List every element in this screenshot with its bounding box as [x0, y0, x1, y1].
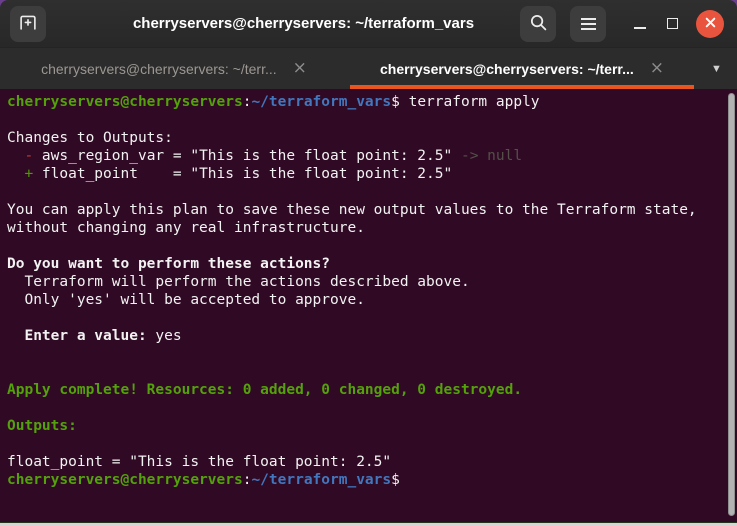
terminal-line: cherryservers@cherryservers:~/terraform_… — [7, 471, 723, 489]
close-button[interactable] — [696, 10, 724, 38]
titlebar: cherryservers@cherryservers: ~/terraform… — [0, 0, 737, 47]
terminal-line — [7, 399, 723, 417]
tab-1-label: cherryservers@cherryservers: ~/terr... — [41, 61, 277, 77]
menu-button[interactable] — [570, 6, 606, 42]
tab-list-button[interactable]: ▼ — [696, 48, 737, 89]
new-tab-button[interactable] — [10, 6, 46, 42]
terminal-line: Only 'yes' will be accepted to approve. — [7, 291, 723, 309]
maximize-icon — [667, 18, 678, 29]
terminal-line: without changing any real infrastructure… — [7, 219, 723, 237]
terminal-line: Changes to Outputs: — [7, 129, 723, 147]
terminal-line: Do you want to perform these actions? — [7, 255, 723, 273]
terminal-line: You can apply this plan to save these ne… — [7, 201, 723, 219]
terminal-line: Outputs: — [7, 417, 723, 435]
new-tab-icon — [18, 12, 38, 35]
terminal-line: float_point = "This is the float point: … — [7, 453, 723, 471]
tab-1-close-icon[interactable]: × — [293, 60, 307, 77]
tab-2-label: cherryservers@cherryservers: ~/terr... — [380, 61, 634, 77]
window-title: cherryservers@cherryservers: ~/terraform… — [90, 15, 517, 32]
minimize-button[interactable] — [630, 12, 650, 36]
menu-icon — [581, 18, 596, 30]
tab-2-close-icon[interactable]: × — [650, 60, 664, 77]
terminal-line — [7, 363, 723, 381]
terminal-line: cherryservers@cherryservers:~/terraform_… — [7, 93, 723, 111]
terminal-line: Terraform will perform the actions descr… — [7, 273, 723, 291]
terminal-line — [7, 345, 723, 363]
close-icon — [704, 16, 717, 32]
terminal-line — [7, 111, 723, 129]
terminal-output: cherryservers@cherryservers:~/terraform_… — [7, 93, 723, 489]
search-button[interactable] — [520, 6, 556, 42]
tab-bar: cherryservers@cherryservers: ~/terr... ×… — [0, 47, 737, 89]
terminal-line — [7, 435, 723, 453]
terminal-line: + float_point = "This is the float point… — [7, 165, 723, 183]
terminal-line — [7, 237, 723, 255]
terminal-window: cherryservers@cherryservers: ~/terraform… — [0, 0, 737, 526]
minimize-icon — [634, 27, 646, 29]
window-bottom-edge — [0, 522, 737, 526]
chevron-down-icon: ▼ — [711, 63, 722, 75]
terminal-line: Enter a value: yes — [7, 327, 723, 345]
maximize-button[interactable] — [662, 12, 682, 36]
tab-1[interactable]: cherryservers@cherryservers: ~/terr... × — [0, 48, 348, 89]
titlebar-controls — [520, 6, 724, 42]
tab-2[interactable]: cherryservers@cherryservers: ~/terr... × — [348, 48, 696, 89]
terminal-line — [7, 183, 723, 201]
scrollbar-thumb[interactable] — [728, 93, 735, 516]
search-icon — [529, 13, 548, 35]
terminal-line: - aws_region_var = "This is the float po… — [7, 147, 723, 165]
terminal-line — [7, 309, 723, 327]
terminal-line: Apply complete! Resources: 0 added, 0 ch… — [7, 381, 723, 399]
terminal[interactable]: cherryservers@cherryservers:~/terraform_… — [0, 89, 737, 522]
